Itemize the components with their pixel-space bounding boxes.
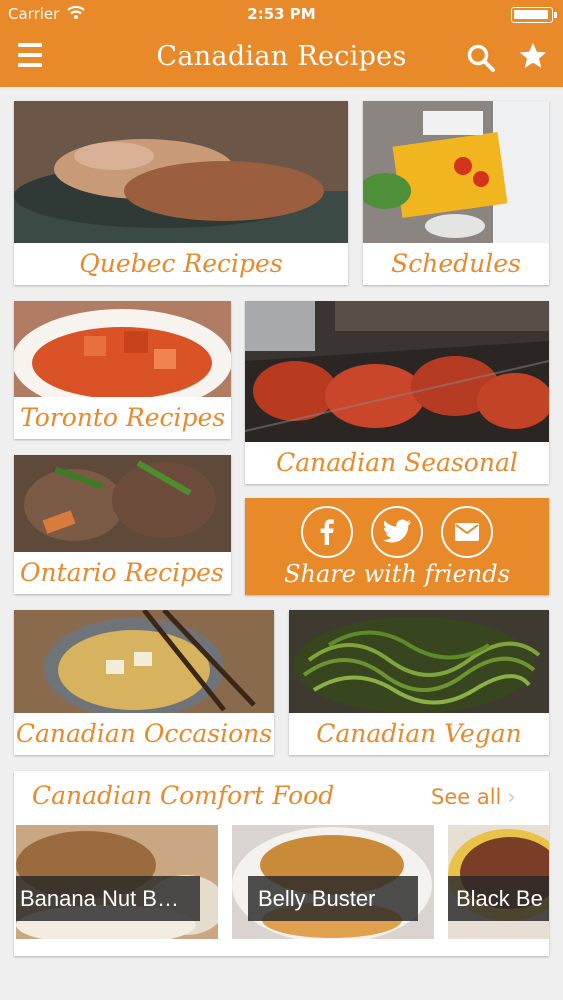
mail-icon[interactable]: [441, 506, 493, 558]
tile-canadian-vegan[interactable]: Canadian Vegan: [289, 610, 549, 755]
soup-bowl-image: [14, 610, 274, 713]
chevron-right-icon: ›: [507, 785, 516, 809]
tile-label: Canadian Occasions: [14, 713, 274, 755]
tile-toronto-recipes[interactable]: Toronto Recipes: [14, 301, 231, 439]
star-icon[interactable]: [518, 41, 548, 71]
recipe-title: Black Be: [448, 876, 549, 921]
tile-label: Schedules: [363, 243, 549, 285]
tile-label: Canadian Vegan: [289, 713, 549, 755]
tile-schedules[interactable]: Schedules: [363, 101, 549, 285]
recipe-title: Banana Nut B…: [16, 876, 200, 921]
recipe-card[interactable]: Banana Nut B…: [16, 825, 218, 939]
search-icon[interactable]: [466, 43, 496, 73]
share-panel: Share with friends: [245, 498, 549, 595]
recipe-title: Belly Buster: [248, 876, 418, 921]
clock: 2:53 PM: [247, 5, 316, 23]
grilled-meat-image: [245, 301, 549, 442]
facebook-icon[interactable]: [301, 506, 353, 558]
navigation-bar: Canadian Recipes: [0, 29, 563, 87]
see-all-link[interactable]: See all ›: [431, 785, 516, 809]
tile-label: Ontario Recipes: [14, 552, 231, 594]
ontario-food-image: [14, 455, 231, 552]
tile-ontario-recipes[interactable]: Ontario Recipes: [14, 455, 231, 594]
status-bar: Carrier 2:53 PM: [0, 0, 563, 29]
tile-label: Quebec Recipes: [14, 243, 348, 285]
chef-cutting-image: [363, 101, 549, 243]
green-noodles-image: [289, 610, 549, 713]
comfort-food-section: Canadian Comfort Food See all › Banana Nu…: [14, 771, 549, 956]
tile-canadian-occasions[interactable]: Canadian Occasions: [14, 610, 274, 755]
twitter-icon[interactable]: [371, 506, 423, 558]
tile-canadian-seasonal[interactable]: Canadian Seasonal: [245, 301, 549, 484]
recipe-card[interactable]: Black Be: [448, 825, 549, 939]
quebec-food-image: [14, 101, 348, 243]
tile-label: Canadian Seasonal: [245, 442, 549, 484]
battery-icon: [511, 7, 557, 23]
tile-label: Toronto Recipes: [14, 397, 231, 439]
see-all-label: See all: [431, 785, 502, 809]
tile-quebec-recipes[interactable]: Quebec Recipes: [14, 101, 348, 285]
share-label: Share with friends: [284, 560, 510, 588]
recipe-card[interactable]: Belly Buster: [232, 825, 434, 939]
toronto-food-image: [14, 301, 231, 397]
section-title: Canadian Comfort Food: [32, 781, 335, 810]
